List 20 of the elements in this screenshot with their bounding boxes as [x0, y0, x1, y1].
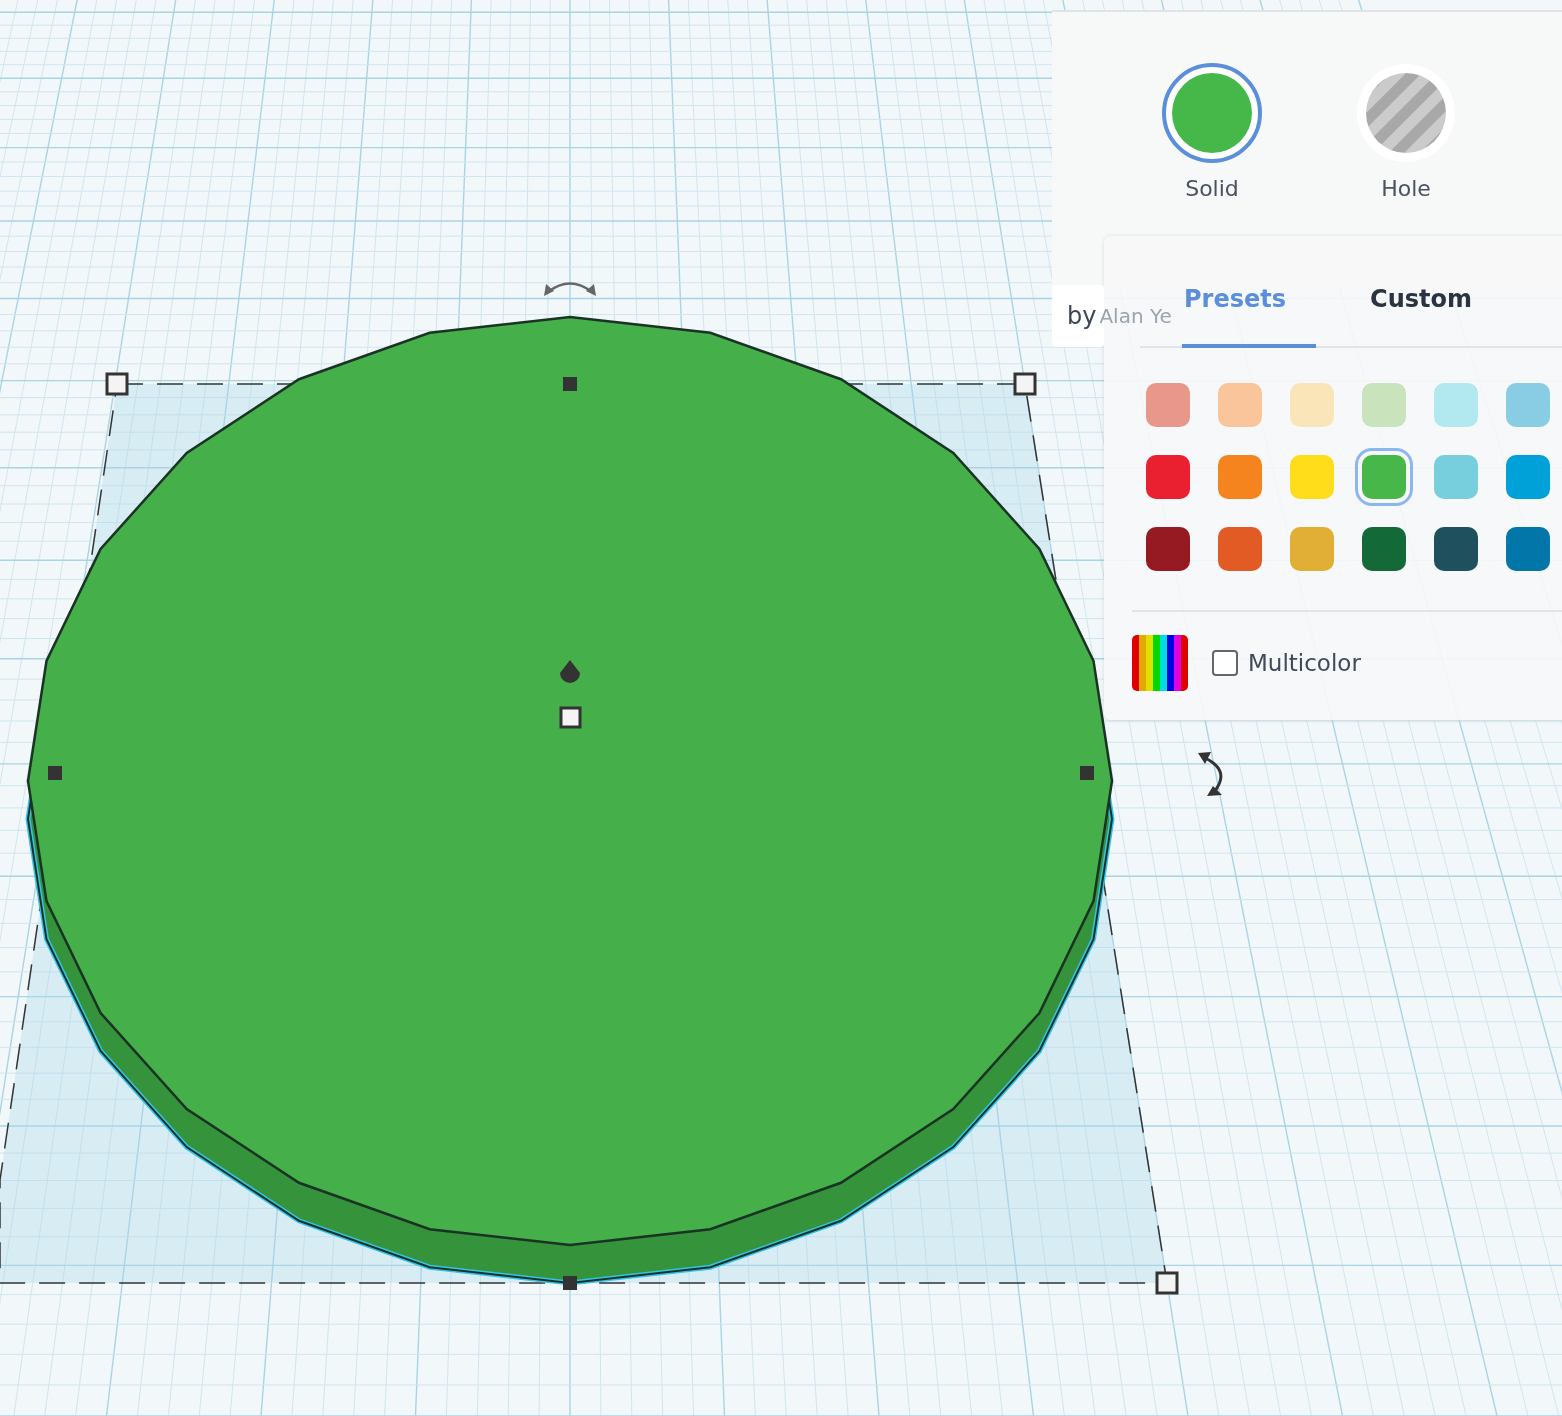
- body-type-option[interactable]: Solid: [1161, 62, 1263, 212]
- color-swatch[interactable]: [1355, 448, 1413, 506]
- rainbow-stripes-icon: [1132, 635, 1188, 691]
- side-handle[interactable]: [1080, 766, 1094, 780]
- corner-handle[interactable]: [105, 372, 129, 396]
- rotate-arrow-icon[interactable]: [544, 282, 596, 296]
- side-handle[interactable]: [563, 377, 577, 391]
- multicolor-checkbox[interactable]: [1212, 650, 1238, 676]
- by-label: by: [1067, 302, 1097, 330]
- color-tab[interactable]: Custom: [1368, 270, 1502, 348]
- side-handle[interactable]: [48, 766, 62, 780]
- side-handle[interactable]: [563, 1276, 577, 1290]
- checkbox-label[interactable]: Multicolor: [1248, 650, 1361, 676]
- height-handle[interactable]: [559, 706, 582, 729]
- body-type-option[interactable]: Hole: [1355, 62, 1457, 212]
- rotate-arrow-icon[interactable]: [1198, 752, 1223, 796]
- author-name: Alan Ye: [1099, 304, 1172, 328]
- corner-handle[interactable]: [1155, 1271, 1179, 1295]
- lift-cone-icon[interactable]: [560, 660, 580, 683]
- corner-handle[interactable]: [1013, 372, 1037, 396]
